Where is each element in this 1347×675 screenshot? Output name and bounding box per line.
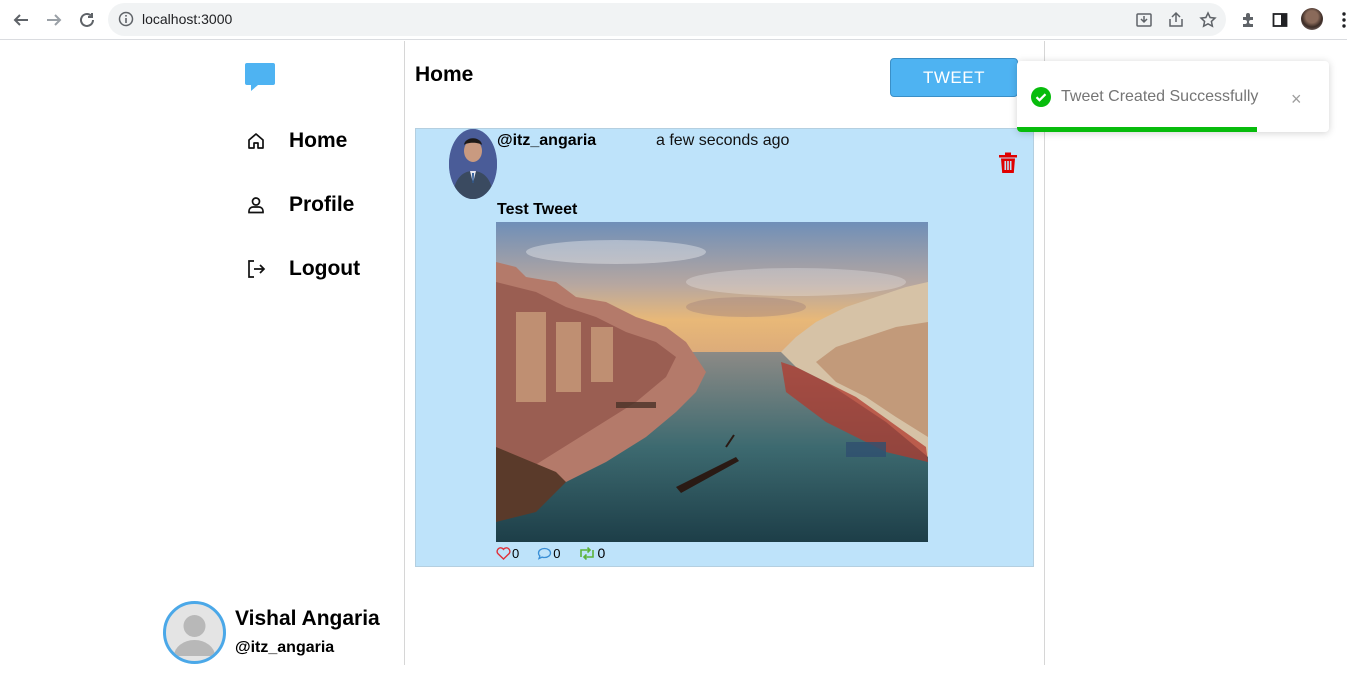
comment-count: 0 <box>553 545 561 561</box>
avatar <box>163 601 226 664</box>
url-text[interactable]: localhost:3000 <box>142 11 232 27</box>
sidebar-item-label: Logout <box>289 257 361 280</box>
retweet-icon <box>580 546 595 560</box>
reload-icon[interactable] <box>76 9 98 31</box>
heart-icon <box>496 546 511 560</box>
check-circle-icon <box>1031 87 1051 112</box>
tweet-text: Test Tweet <box>497 201 578 218</box>
site-info-icon[interactable] <box>118 11 134 32</box>
install-icon[interactable] <box>1134 10 1154 30</box>
browser-toolbar: localhost:3000 <box>0 0 1347 40</box>
comment-icon <box>538 547 552 560</box>
address-bar[interactable]: localhost:3000 <box>108 3 1226 36</box>
retweet-button[interactable]: 0 <box>578 545 605 561</box>
logout-icon <box>245 258 267 280</box>
home-icon <box>245 130 267 152</box>
forward-icon[interactable] <box>43 9 65 31</box>
back-icon[interactable] <box>10 9 32 31</box>
sidebar-item-label: Home <box>289 129 348 152</box>
more-menu-icon[interactable] <box>1333 9 1347 31</box>
sidebar-item-home[interactable]: Home <box>245 129 347 153</box>
page-title: Home <box>415 63 474 86</box>
chrome-profile-avatar[interactable] <box>1301 8 1323 30</box>
main-feed: Home TWEET @itz_angaria a few seconds ag… <box>405 41 1044 665</box>
profile-handle: @itz_angaria <box>235 639 335 656</box>
delete-icon[interactable] <box>998 152 1018 179</box>
toast-message: Tweet Created Successfully <box>1061 88 1259 105</box>
success-toast[interactable]: Tweet Created Successfully × <box>1017 61 1329 132</box>
sidebar-item-profile[interactable]: Profile <box>245 193 354 217</box>
user-icon <box>245 194 267 216</box>
tweet-image[interactable] <box>496 222 928 542</box>
bookmark-star-icon[interactable] <box>1198 10 1218 30</box>
tweet-username[interactable]: @itz_angaria <box>497 132 596 150</box>
retweet-count: 0 <box>597 545 606 561</box>
profile-name: Vishal Angaria <box>235 607 380 630</box>
divider <box>1044 41 1045 665</box>
tweet-actions: 0 0 0 <box>496 545 623 561</box>
toast-progress-bar <box>1017 127 1258 132</box>
like-button[interactable]: 0 <box>496 546 519 561</box>
like-count: 0 <box>512 545 520 561</box>
side-panel-icon[interactable] <box>1269 9 1291 31</box>
tweet-author-avatar[interactable] <box>449 129 497 199</box>
tweet-button[interactable]: TWEET <box>890 58 1018 97</box>
sidebar: Home Profile Logout Vishal Angaria @itz_… <box>0 41 404 665</box>
tweet-timestamp: a few seconds ago <box>656 132 790 149</box>
share-icon[interactable] <box>1166 10 1186 30</box>
extensions-icon[interactable] <box>1237 9 1259 31</box>
comment-button[interactable]: 0 <box>537 546 560 561</box>
current-user-card[interactable]: Vishal Angaria @itz_angaria <box>163 601 403 665</box>
app-logo-icon[interactable] <box>244 61 276 98</box>
tweet-card[interactable]: @itz_angaria a few seconds ago Test Twee… <box>415 128 1034 567</box>
sidebar-item-label: Profile <box>289 193 355 216</box>
sidebar-item-logout[interactable]: Logout <box>245 257 360 281</box>
close-icon[interactable]: × <box>1291 89 1302 110</box>
